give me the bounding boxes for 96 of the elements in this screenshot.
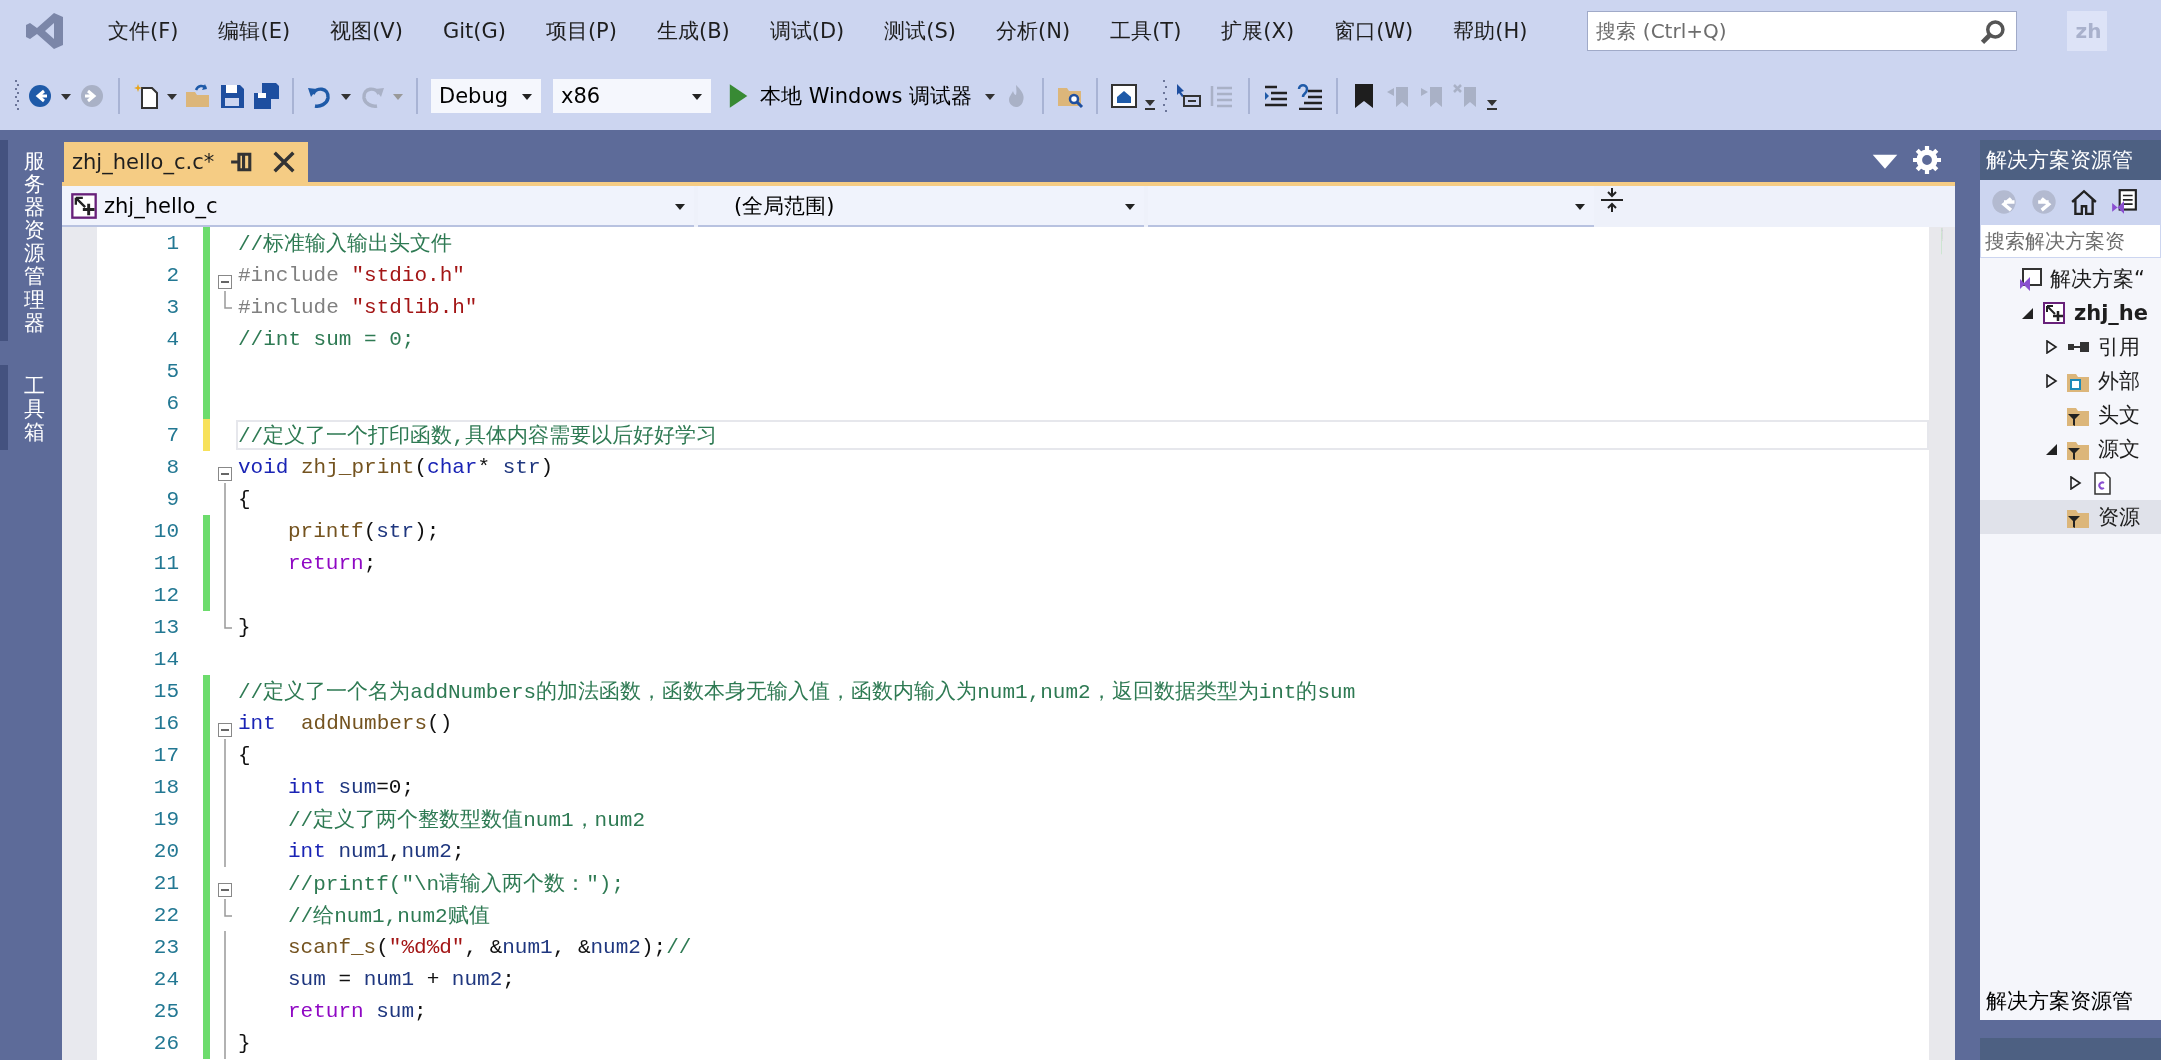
line-number: 17 bbox=[152, 743, 180, 767]
line-number: 13 bbox=[152, 615, 180, 639]
panel-title: 解决方案资源管 bbox=[1980, 140, 2161, 180]
code-line: void zhj_print(char* str) bbox=[237, 454, 555, 481]
code-line: printf(str); bbox=[287, 518, 441, 545]
line-number: 21 bbox=[152, 871, 180, 895]
tree-item[interactable]: 资源 bbox=[1980, 500, 2161, 534]
line-number: 1 bbox=[165, 231, 180, 255]
open-folder-icon[interactable] bbox=[184, 82, 212, 110]
settings-icon[interactable] bbox=[1913, 146, 1941, 174]
code-line: //标准输入输出头文件 bbox=[237, 231, 454, 258]
line-number: 18 bbox=[152, 775, 180, 799]
line-number: 4 bbox=[165, 327, 180, 351]
tree-item[interactable]: 外部 bbox=[1980, 364, 2161, 398]
menu-item[interactable]: 编辑(E) bbox=[198, 11, 311, 51]
line-number: 23 bbox=[152, 935, 180, 959]
tree-item[interactable]: 源文 bbox=[1980, 432, 2161, 466]
save-icon[interactable] bbox=[218, 82, 246, 110]
logo-icon bbox=[24, 10, 66, 52]
expanded-arrow-icon[interactable] bbox=[2020, 306, 2034, 320]
line-number: 16 bbox=[152, 711, 180, 735]
code-line: int addNumbers() bbox=[237, 710, 454, 737]
line-number: 12 bbox=[152, 583, 180, 607]
line-number: 7 bbox=[165, 423, 180, 447]
line-number: 6 bbox=[165, 391, 180, 415]
code-line: int sum=0; bbox=[287, 774, 416, 801]
code-line: //定义了一个名为addNumbers的加法函数，函数本身无输入值，函数内输入为num1,num2，返回数据类型为int的sum bbox=[237, 679, 1357, 706]
line-number: 15 bbox=[152, 679, 180, 703]
menu-item[interactable]: 帮助(H) bbox=[1433, 11, 1548, 51]
select-pointer-icon[interactable] bbox=[1174, 82, 1203, 110]
line-number: 14 bbox=[152, 647, 180, 671]
code-line: //int sum = 0; bbox=[237, 326, 416, 353]
search-icon[interactable] bbox=[1979, 19, 2008, 47]
line-number: 5 bbox=[165, 359, 180, 383]
menu-item[interactable]: 窗口(W) bbox=[1314, 11, 1434, 51]
line-number: 20 bbox=[152, 839, 180, 863]
code-line: //printf("\n请输入两个数："); bbox=[287, 871, 626, 898]
line-number: 22 bbox=[152, 903, 180, 927]
tree-item[interactable]: 解决方案“ bbox=[1980, 262, 2161, 296]
menu-item[interactable]: 分析(N) bbox=[976, 11, 1091, 51]
search-field[interactable]: 搜索 (Ctrl+Q) bbox=[1587, 11, 2018, 51]
home-icon[interactable] bbox=[2070, 188, 2098, 216]
code-line: scanf_s("%d%d", &num1, &num2);// bbox=[287, 934, 693, 961]
tree-item[interactable]: 头文 bbox=[1980, 398, 2161, 432]
back-icon[interactable] bbox=[26, 82, 54, 110]
sync-view-icon[interactable] bbox=[2110, 188, 2138, 216]
line-number: 19 bbox=[152, 807, 180, 831]
code-line: //定义了两个整数型数值num1，num2 bbox=[287, 807, 647, 834]
menu-item[interactable]: Git(G) bbox=[422, 11, 526, 51]
home-window-icon[interactable] bbox=[1110, 82, 1139, 110]
line-number: 25 bbox=[152, 999, 180, 1023]
line-number: 10 bbox=[152, 519, 180, 543]
line-number: 2 bbox=[165, 263, 180, 287]
collapsed-arrow-icon[interactable] bbox=[2044, 340, 2058, 354]
line-number: 24 bbox=[152, 967, 180, 991]
line-number: 11 bbox=[152, 551, 180, 575]
toolbar-grip-icon[interactable] bbox=[1162, 78, 1169, 114]
split-window-icon[interactable] bbox=[1598, 186, 1626, 214]
tree-item[interactable]: 引用 bbox=[1980, 330, 2161, 364]
menu-item[interactable]: 生成(B) bbox=[636, 11, 750, 51]
document-tab[interactable]: zhj_hello_c.c* bbox=[64, 142, 309, 182]
tree-item[interactable]: zhj_he bbox=[1980, 296, 2161, 330]
code-line: return; bbox=[287, 550, 378, 577]
menu-item[interactable]: 视图(V) bbox=[310, 11, 423, 51]
code-line: { bbox=[237, 486, 252, 513]
menu-item[interactable]: 工具(T) bbox=[1090, 11, 1202, 51]
menu-item[interactable]: 测试(S) bbox=[864, 11, 977, 51]
code-line: #include "stdio.h" bbox=[237, 262, 466, 289]
collapsed-arrow-icon[interactable] bbox=[2044, 374, 2058, 388]
code-line: } bbox=[237, 1030, 252, 1057]
project-icon bbox=[70, 191, 98, 220]
menu-item[interactable]: 文件(F) bbox=[88, 11, 199, 51]
collapsed-arrow-icon[interactable] bbox=[2068, 476, 2082, 490]
code-line: #include "stdlib.h" bbox=[237, 294, 479, 321]
search-field[interactable]: 搜索解决方案资 bbox=[1980, 224, 2161, 258]
line-number: 3 bbox=[165, 295, 180, 319]
solution-icon bbox=[2018, 267, 2042, 291]
code-line: //给num1,num2赋值 bbox=[287, 904, 491, 930]
line-number: 9 bbox=[165, 487, 180, 511]
line-number: 26 bbox=[152, 1031, 180, 1055]
menu-item[interactable]: 项目(P) bbox=[525, 11, 637, 51]
code-line: } bbox=[237, 614, 252, 641]
project-icon bbox=[2042, 301, 2066, 325]
line-number: 8 bbox=[165, 455, 180, 479]
menu-item[interactable]: 调试(D) bbox=[749, 11, 865, 51]
code-line: return sum; bbox=[287, 998, 428, 1025]
code-line: int num1,num2; bbox=[287, 838, 466, 865]
code-line: sum = num1 + num2; bbox=[287, 966, 516, 993]
comment-lines-icon[interactable] bbox=[1296, 82, 1325, 110]
configuration-dropdown[interactable]: Debug bbox=[430, 78, 542, 114]
expanded-arrow-icon[interactable] bbox=[2044, 442, 2058, 456]
platform-dropdown[interactable]: x86 bbox=[552, 78, 712, 114]
menu-item[interactable]: 扩展(X) bbox=[1201, 11, 1315, 51]
save-all-icon[interactable] bbox=[252, 82, 280, 110]
code-line: { bbox=[237, 742, 252, 769]
run-debugger-button[interactable]: 本地 Windows 调试器 bbox=[718, 78, 979, 114]
